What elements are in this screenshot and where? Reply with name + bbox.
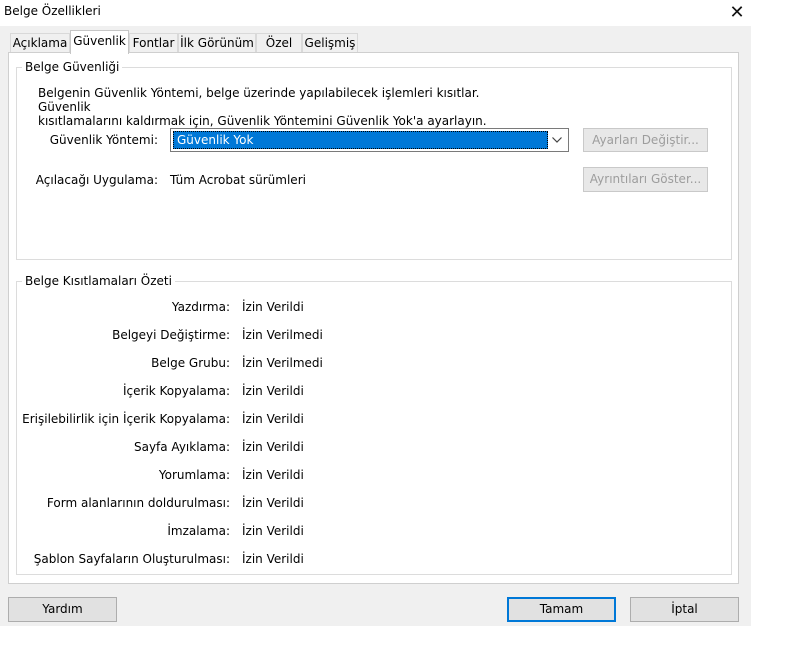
security-info-line-1: Belgenin Güvenlik Yöntemi, belge üzerind…	[38, 86, 480, 114]
window-title: Belge Özellikleri	[4, 4, 101, 18]
security-method-value: Güvenlik Yok	[173, 131, 548, 149]
restriction-label: İçerik Kopyalama:	[122, 384, 230, 398]
restriction-value: İzin Verildi	[242, 440, 304, 454]
restriction-value: İzin Verildi	[242, 468, 304, 482]
restriction-label: Erişilebilirlik için İçerik Kopyalama:	[22, 412, 230, 426]
restriction-label: Şablon Sayfaların Oluşturulması:	[33, 552, 230, 566]
restriction-label: Belge Grubu:	[151, 356, 230, 370]
restriction-value: İzin Verilmedi	[242, 356, 323, 370]
restriction-value: İzin Verilmedi	[242, 328, 323, 342]
security-method-label: Güvenlik Yöntemi:	[49, 133, 158, 147]
restriction-label: Form alanlarının doldurulması:	[46, 496, 230, 510]
restriction-label: Belgeyi Değiştirme:	[112, 328, 230, 342]
tab-fontlar[interactable]: Fontlar	[129, 33, 178, 53]
title-bar: Belge Özellikleri ✕	[0, 0, 751, 26]
tab-gelismis[interactable]: Gelişmiş	[302, 33, 358, 53]
cancel-button[interactable]: İptal	[630, 597, 739, 622]
security-info-line-2: kısıtlamalarını kaldırmak için, Güvenlik…	[38, 114, 487, 128]
tab-guvenlik[interactable]: Güvenlik	[70, 30, 129, 54]
ok-button[interactable]: Tamam	[507, 597, 616, 622]
security-method-select[interactable]: Güvenlik Yok	[170, 128, 569, 152]
restriction-value: İzin Verildi	[242, 412, 304, 426]
restriction-value: İzin Verildi	[242, 496, 304, 510]
restriction-label: Yazdırma:	[171, 300, 230, 314]
restriction-value: İzin Verildi	[242, 300, 304, 314]
dialog: Belge Özellikleri ✕ Açıklama Güvenlik Fo…	[0, 0, 751, 626]
security-group-legend: Belge Güvenliği	[22, 60, 123, 74]
restriction-value: İzin Verildi	[242, 384, 304, 398]
security-info-text: Belgenin Güvenlik Yöntemi, belge üzerind…	[38, 86, 508, 128]
show-details-button[interactable]: Ayrıntıları Göster...	[583, 167, 708, 192]
restriction-label: Sayfa Ayıklama:	[133, 440, 230, 454]
open-with-value: Tüm Acrobat sürümleri	[170, 173, 306, 187]
restriction-label: Yorumlama:	[158, 468, 230, 482]
chevron-down-icon	[549, 132, 565, 148]
restrictions-group-legend: Belge Kısıtlamaları Özeti	[22, 274, 175, 288]
restriction-value: İzin Verildi	[242, 524, 304, 538]
restriction-value: İzin Verildi	[242, 552, 304, 566]
change-settings-button[interactable]: Ayarları Değiştir...	[583, 128, 708, 152]
help-button[interactable]: Yardım	[8, 597, 117, 622]
tab-aciklama[interactable]: Açıklama	[10, 33, 70, 53]
tab-ilk-gorunum[interactable]: İlk Görünüm	[178, 33, 256, 53]
open-with-label: Açılacağı Uygulama:	[35, 173, 158, 187]
restriction-label: İmzalama:	[167, 524, 230, 538]
tab-ozel[interactable]: Özel	[256, 33, 302, 53]
close-icon[interactable]: ✕	[723, 0, 751, 24]
